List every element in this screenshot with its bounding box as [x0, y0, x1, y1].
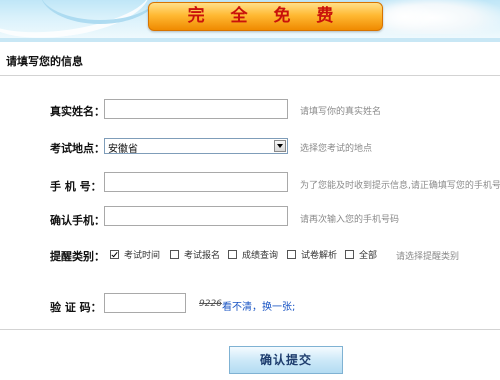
banner-divider: [0, 38, 500, 42]
captcha-label: 验 证 码：: [50, 301, 102, 314]
location-hint: 选择您考试的地点: [300, 144, 373, 154]
submit-button[interactable]: 确认提交: [229, 346, 343, 374]
name-hint: 请填写你的真实姓名: [300, 107, 382, 117]
captcha-refresh-link[interactable]: 看不清，换一张;: [222, 298, 295, 313]
reminder-hint: 请选择提醒类别: [396, 252, 460, 262]
reminder-option-label: 全部: [359, 250, 378, 261]
dropdown-arrow-icon[interactable]: [274, 140, 286, 152]
reminder-option-label: 考试时间: [124, 250, 161, 261]
reminder-option-exam-time[interactable]: 考试时间: [110, 247, 160, 261]
phone-label: 手 机 号：: [50, 180, 102, 193]
location-label: 考试地点：: [50, 142, 105, 155]
checkbox-checked-icon[interactable]: [110, 249, 119, 259]
form-divider: [0, 329, 500, 330]
free-badge-text: 完 全 免 费: [187, 6, 344, 26]
reminder-option-all[interactable]: 全部: [345, 247, 377, 261]
reminder-option-registration[interactable]: 考试报名: [170, 247, 220, 261]
location-select[interactable]: 安徽省: [104, 138, 288, 155]
captcha-input[interactable]: [104, 293, 186, 313]
reminder-option-label: 试卷解析: [301, 250, 338, 261]
section-divider: [0, 75, 500, 76]
checkbox-icon[interactable]: [287, 249, 296, 259]
reminder-option-paper-analysis[interactable]: 试卷解析: [287, 247, 337, 261]
phone-hint: 为了您能及时收到提示信息,请正确填写您的手机号: [300, 181, 500, 191]
reminder-option-label: 考试报名: [184, 250, 221, 261]
checkbox-icon[interactable]: [228, 249, 237, 259]
checkbox-icon[interactable]: [170, 249, 179, 259]
free-badge: 完 全 免 费: [148, 2, 383, 31]
checkbox-icon[interactable]: [345, 249, 354, 259]
name-input[interactable]: [104, 99, 288, 119]
confirm-phone-label: 确认手机：: [50, 214, 105, 227]
captcha-image: 9226: [199, 299, 222, 309]
section-title: 请填写您的信息: [6, 55, 83, 68]
confirm-phone-input[interactable]: [104, 206, 288, 226]
header-banner: 完 全 免 费: [0, 0, 500, 38]
confirm-phone-hint: 请再次输入您的手机号码: [300, 215, 400, 225]
phone-input[interactable]: [104, 172, 288, 192]
location-selected-value: 安徽省: [108, 144, 138, 155]
reminder-option-score-query[interactable]: 成绩查询: [228, 247, 278, 261]
name-label: 真实姓名：: [50, 105, 105, 118]
reminder-label: 提醒类别：: [50, 250, 105, 263]
reminder-option-label: 成绩查询: [242, 250, 279, 261]
